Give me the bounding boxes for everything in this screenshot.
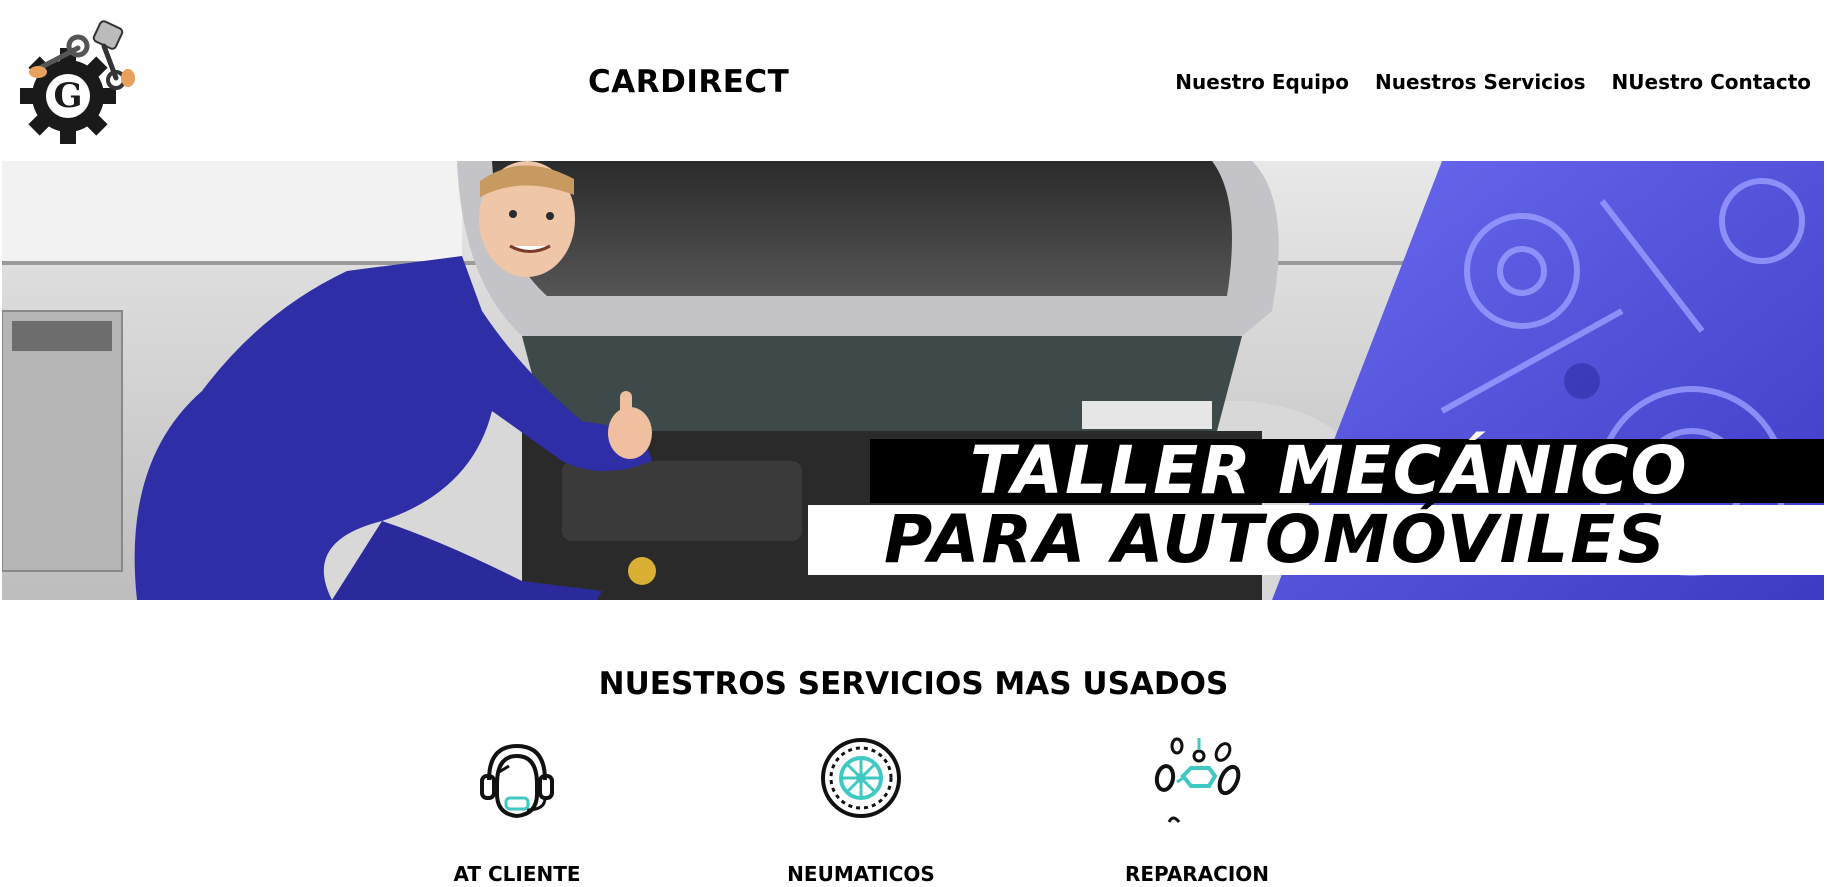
site-brand[interactable]: CARDIRECT xyxy=(588,64,789,100)
svg-text:G: G xyxy=(53,76,82,116)
service-label: NEUMATICOS xyxy=(787,862,935,886)
site-header: G CARDIRECT Nuestro Equipo Nuestros Serv… xyxy=(0,0,1827,160)
nav-link-equipo[interactable]: Nuestro Equipo xyxy=(1175,70,1349,94)
nav-link-servicios[interactable]: Nuestros Servicios xyxy=(1375,70,1586,94)
service-label: AT CLIENTE xyxy=(453,862,581,886)
nav-link-contacto[interactable]: NUestro Contacto xyxy=(1612,70,1811,94)
engine-repair-icon xyxy=(1154,737,1241,823)
headset-agent-icon xyxy=(480,743,554,819)
hero-title-line1: TALLER MECÁNICO xyxy=(870,438,1824,504)
mechanic-gear-wrench-logo-icon[interactable]: G xyxy=(16,18,136,144)
service-item-at-cliente[interactable]: AT CLIENTE xyxy=(417,728,617,886)
service-label: REPARACION xyxy=(1124,862,1270,886)
hero-title-line2: PARA AUTOMÓVILES xyxy=(808,505,1824,575)
hero-banner: TALLER MECÁNICO PARA AUTOMÓVILES xyxy=(2,161,1824,600)
service-item-neumaticos[interactable]: NEUMATICOS xyxy=(761,728,961,886)
service-item-reparacion[interactable]: REPARACION xyxy=(1097,728,1297,886)
services-heading: NUESTROS SERVICIOS MAS USADOS xyxy=(598,666,1229,702)
main-nav: Nuestro Equipo Nuestros Servicios NUestr… xyxy=(1175,70,1811,94)
tire-wheel-icon xyxy=(821,738,901,818)
